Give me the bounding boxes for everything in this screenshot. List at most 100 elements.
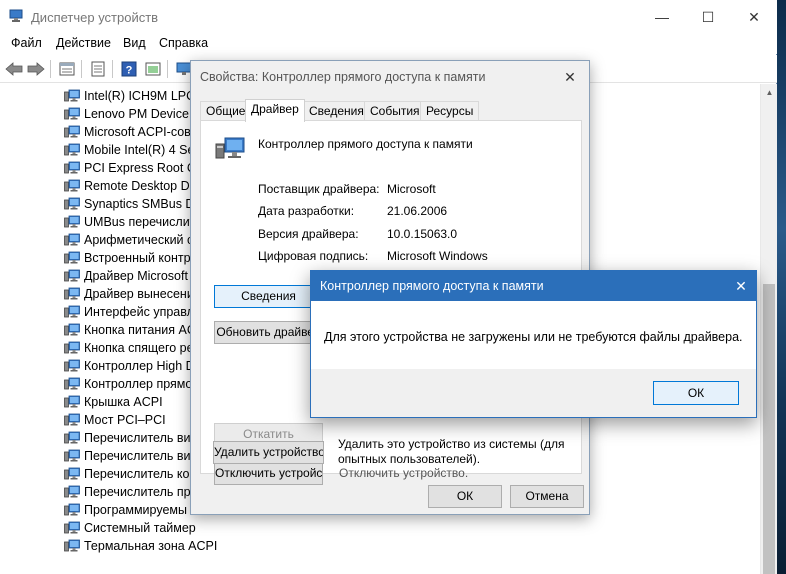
device-tree-item[interactable]: Перечислитель про	[64, 483, 198, 501]
system-device-icon	[64, 395, 80, 408]
device-tree-item[interactable]: Intel(R) ICH9M LPC I	[64, 87, 202, 105]
device-tree-item[interactable]: Перечислитель вир	[64, 429, 197, 447]
system-device-icon	[64, 485, 80, 498]
driver-version-value: 10.0.15063.0	[387, 227, 458, 241]
properties-cancel-button[interactable]: Отмена	[510, 485, 584, 508]
menu-bar: Файл Действие Вид Справка	[0, 34, 777, 54]
device-name: Контроллер прямого доступа к памяти	[258, 137, 473, 151]
device-tree-item[interactable]: Драйвер вынесени	[64, 285, 194, 303]
tab-driver[interactable]: Драйвер	[245, 99, 305, 122]
minimize-button[interactable]: —	[639, 0, 685, 34]
driver-date-label: Дата разработки:	[258, 204, 355, 218]
close-button[interactable]: ✕	[731, 0, 777, 34]
device-tree-item-label: Контроллер прямо	[84, 377, 193, 391]
back-arrow-icon[interactable]	[4, 59, 24, 79]
device-tree-item[interactable]: Программируемы	[64, 501, 187, 519]
device-tree-item[interactable]: Крышка ACPI	[64, 393, 163, 411]
device-tree-item-label: Драйвер Microsoft S	[84, 269, 200, 283]
system-device-icon	[64, 143, 80, 156]
document-icon[interactable]	[88, 59, 108, 79]
disable-device-button[interactable]: Отключить устройство	[214, 462, 323, 485]
properties-close-button[interactable]: ✕	[559, 66, 581, 88]
device-tree-item-label: Microsoft ACPI-сов	[84, 125, 191, 139]
device-tree-item-label: Кнопка спящего ре	[84, 341, 194, 355]
tab-general[interactable]: Общие	[200, 101, 252, 121]
driver-date-value: 21.06.2006	[387, 204, 448, 218]
menu-file[interactable]: Файл	[8, 36, 45, 50]
toolbar-separator	[50, 60, 51, 78]
device-tree-item-label: UMBus перечислит	[84, 215, 196, 229]
device-tree-item[interactable]: Термальная зона ACPI	[64, 537, 217, 555]
device-tree-item-label: Мост PCI–PCI	[84, 413, 166, 427]
device-tree-item[interactable]: Кнопка питания AC	[64, 321, 196, 339]
system-device-icon	[64, 197, 80, 210]
device-tree-item[interactable]: UMBus перечислит	[64, 213, 195, 231]
device-tree-item[interactable]: Арифметический с	[64, 231, 193, 249]
device-tree-item[interactable]: Контроллер High D	[64, 357, 195, 375]
device-tree-item-label: Mobile Intel(R) 4 Ser	[84, 143, 199, 157]
driver-provider-label: Поставщик драйвера:	[258, 182, 380, 196]
device-tree-item-label: Системный таймер	[84, 521, 196, 535]
device-icon	[215, 137, 245, 159]
device-tree-item-label: Крышка ACPI	[84, 395, 163, 409]
desktop-wallpaper	[777, 0, 786, 574]
message-box-footer: ОК	[311, 369, 756, 417]
help-icon[interactable]: ?	[119, 59, 139, 79]
scroll-thumb[interactable]	[763, 284, 775, 574]
message-box: Контроллер прямого доступа к памяти ✕ Дл…	[310, 270, 757, 418]
tab-details[interactable]: Сведения	[303, 101, 370, 121]
device-tree-item[interactable]: Lenovo PM Device	[64, 105, 189, 123]
forward-arrow-icon[interactable]	[26, 59, 46, 79]
menu-view[interactable]: Вид	[120, 36, 149, 50]
device-tree-item-label: Synaptics SMBus Dri	[84, 197, 202, 211]
device-tree-item[interactable]: Встроенный контро	[64, 249, 198, 267]
device-tree-item-label: Lenovo PM Device	[84, 107, 189, 121]
system-device-icon	[64, 125, 80, 138]
system-device-icon	[64, 215, 80, 228]
device-tree-item[interactable]: Перечислитель вир	[64, 447, 197, 465]
driver-version-label: Версия драйвера:	[258, 227, 359, 241]
device-tree-item[interactable]: Интерфейс управле	[64, 303, 201, 321]
system-device-icon	[64, 161, 80, 174]
system-device-icon	[64, 521, 80, 534]
message-box-close-button[interactable]: ✕	[730, 275, 752, 297]
properties-ok-button[interactable]: ОК	[428, 485, 502, 508]
device-tree-item-label: Перечислитель вир	[84, 449, 198, 463]
disable-device-description: Отключить устройство.	[339, 466, 469, 480]
device-tree-item-label: Remote Desktop Dev	[84, 179, 203, 193]
device-tree-item[interactable]: Драйвер Microsoft S	[64, 267, 200, 285]
device-tree-item[interactable]: Перечислитель ком	[64, 465, 198, 483]
device-tree-item[interactable]: Кнопка спящего ре	[64, 339, 194, 357]
digital-signature-label: Цифровая подпись:	[258, 249, 369, 263]
tab-resources[interactable]: Ресурсы	[420, 101, 480, 121]
driver-provider-value: Microsoft	[387, 182, 436, 196]
title-bar: Диспетчер устройств — ☐ ✕	[0, 0, 777, 34]
device-tree-item[interactable]: Контроллер прямо	[64, 375, 192, 393]
system-device-icon	[64, 89, 80, 102]
system-device-icon	[64, 323, 80, 336]
vertical-scrollbar[interactable]: ▲	[760, 84, 777, 574]
system-device-icon	[64, 539, 80, 552]
system-device-icon	[64, 359, 80, 372]
message-ok-button[interactable]: ОК	[653, 381, 739, 405]
system-device-icon	[64, 251, 80, 264]
device-tree-item[interactable]: Synaptics SMBus Dri	[64, 195, 201, 213]
tab-events[interactable]: События	[364, 101, 426, 121]
device-tree-item[interactable]: Системный таймер	[64, 519, 196, 537]
message-box-title: Контроллер прямого доступа к памяти	[320, 279, 544, 293]
device-tree-item[interactable]: Mobile Intel(R) 4 Ser	[64, 141, 199, 159]
properties-sheet-icon[interactable]	[57, 59, 77, 79]
maximize-button[interactable]: ☐	[685, 0, 731, 34]
menu-help[interactable]: Справка	[156, 36, 211, 50]
uninstall-device-button[interactable]: Удалить устройство	[213, 441, 324, 464]
scroll-up-arrow-icon[interactable]: ▲	[761, 84, 778, 101]
driver-details-button[interactable]: Сведения	[214, 285, 323, 308]
device-tree-item[interactable]: Remote Desktop Dev	[64, 177, 203, 195]
device-tree-item[interactable]: PCI Express Root Co	[64, 159, 203, 177]
device-tree-item[interactable]: Microsoft ACPI-сов	[64, 123, 191, 141]
update-driver-button[interactable]: Обновить драйвер	[214, 321, 323, 344]
properties-dialog-title: Свойства: Контроллер прямого доступа к п…	[200, 70, 486, 84]
menu-action[interactable]: Действие	[53, 36, 114, 50]
device-tree-item[interactable]: Мост PCI–PCI	[64, 411, 166, 429]
window-list-icon[interactable]	[143, 59, 163, 79]
